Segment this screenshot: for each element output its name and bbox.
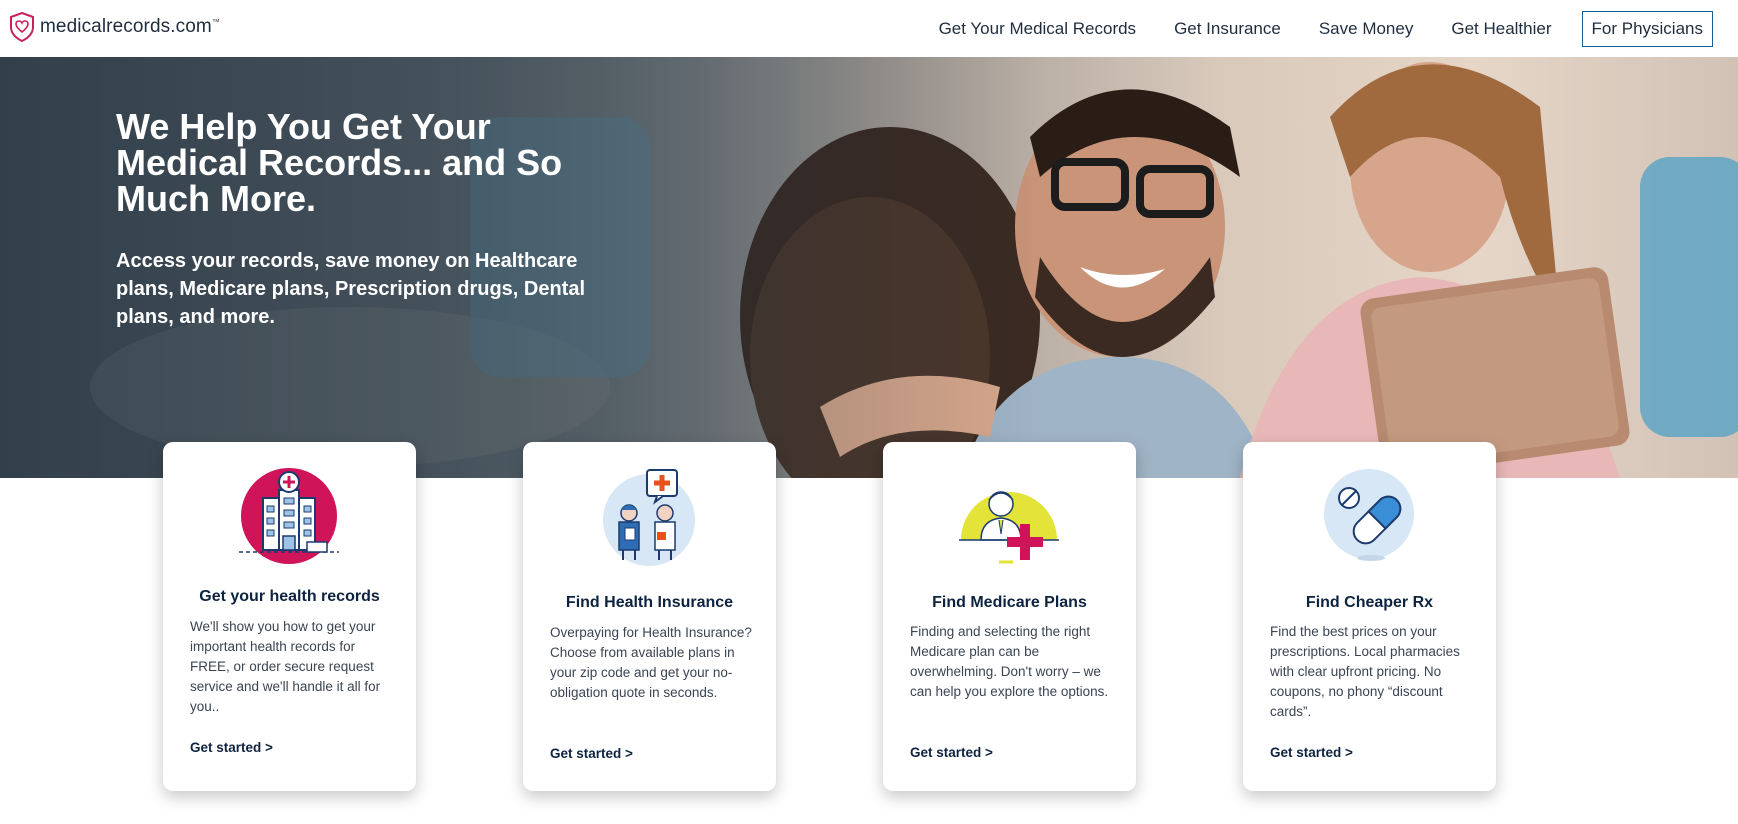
medicare-doctor-icon	[959, 491, 1059, 564]
card-title: Find Cheaper Rx	[1305, 594, 1434, 611]
main-nav: Get Your Medical Records Get Insurance S…	[901, 11, 1713, 47]
get-started-link[interactable]: Get started >	[910, 745, 993, 760]
hospital-icon	[239, 468, 339, 564]
heart-shield-icon	[10, 12, 34, 42]
pill-icon	[1324, 469, 1414, 561]
card-description: Find the best prices on your prescriptio…	[1270, 624, 1460, 719]
card-title: Find Medicare Plans	[932, 594, 1087, 611]
for-physicians-button[interactable]: For Physicians	[1581, 11, 1713, 47]
get-started-link[interactable]: Get started >	[1270, 745, 1353, 760]
card-health-records[interactable]: Get your health records We'll show you h…	[163, 442, 416, 791]
logo-text: medicalrecords.com™	[40, 16, 220, 37]
card-description: We'll show you how to get your important…	[190, 619, 381, 714]
card-title: Get your health records	[199, 588, 380, 605]
hero-banner: We Help You Get Your Medical Records... …	[0, 57, 1738, 478]
site-logo[interactable]: medicalrecords.com™	[9, 12, 220, 42]
card-medicare-plans[interactable]: Find Medicare Plans Finding and selectin…	[883, 442, 1136, 791]
hero-subtitle: Access your records, save money on Healt…	[116, 250, 586, 328]
card-title: Find Health Insurance	[565, 594, 734, 611]
nav-save-money[interactable]: Save Money	[1319, 19, 1414, 39]
hero-title: We Help You Get Your Medical Records... …	[116, 106, 563, 219]
nav-get-healthier[interactable]: Get Healthier	[1451, 19, 1551, 39]
get-started-link[interactable]: Get started >	[550, 746, 633, 761]
card-health-insurance[interactable]: Find Health Insurance Overpaying for Hea…	[523, 442, 776, 791]
site-header: medicalrecords.com™ Get Your Medical Rec…	[0, 0, 1738, 57]
get-started-link[interactable]: Get started >	[190, 740, 273, 755]
doctors-icon	[603, 469, 695, 566]
card-description: Overpaying for Health Insurance? Choose …	[550, 625, 752, 700]
card-cheaper-rx[interactable]: Find Cheaper Rx Find the best prices on …	[1243, 442, 1496, 791]
nav-get-insurance[interactable]: Get Insurance	[1174, 19, 1281, 39]
card-description: Finding and selecting the right Medicare…	[910, 624, 1109, 699]
nav-get-medical-records[interactable]: Get Your Medical Records	[939, 19, 1137, 39]
